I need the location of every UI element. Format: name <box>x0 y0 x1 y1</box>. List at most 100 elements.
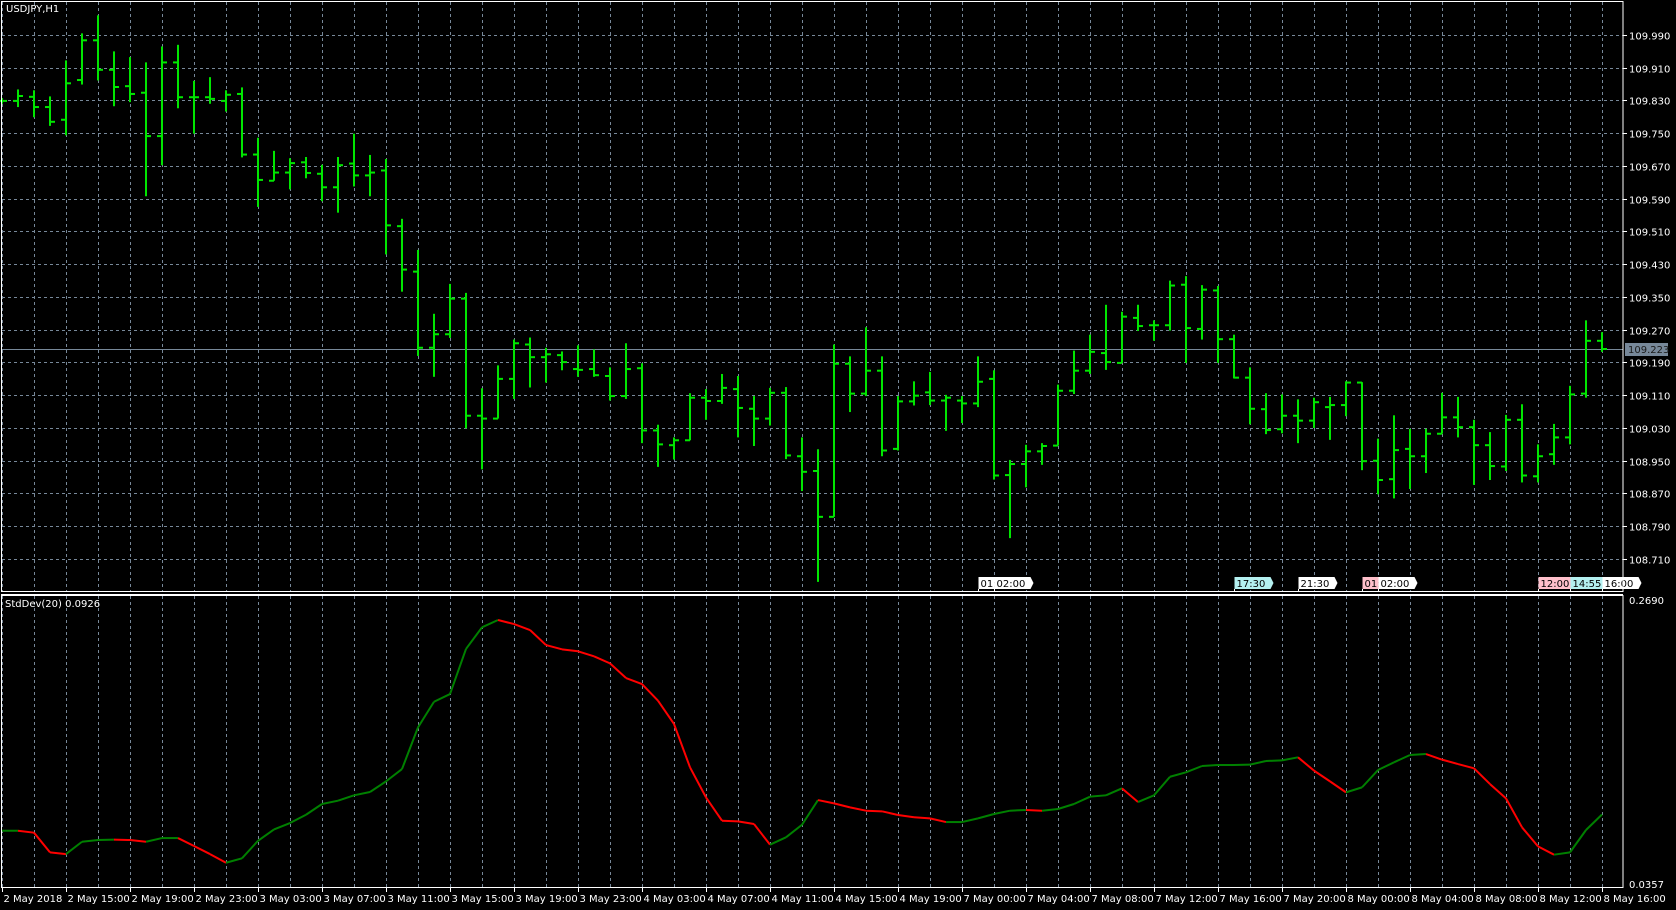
ohlc-bar <box>1197 285 1207 340</box>
ohlc-bar <box>1549 423 1559 465</box>
ohlc-bar <box>1565 385 1575 445</box>
stddev-segment <box>1185 765 1203 774</box>
stddev-segment <box>1009 808 1027 812</box>
stddev-segment <box>1569 829 1587 853</box>
ohlc-bar <box>797 437 807 492</box>
stddev-segment <box>353 791 371 797</box>
time-label: 3 May 11:00 <box>388 894 450 905</box>
stddev-segment <box>993 809 1011 815</box>
ohlc-bar <box>669 437 679 460</box>
time-label: 2 May 19:00 <box>132 894 194 905</box>
ohlc-bar <box>925 371 935 406</box>
stddev-segment <box>721 819 739 823</box>
ohlc-bar <box>189 80 199 134</box>
ohlc-bar <box>1405 428 1415 489</box>
stddev-segment <box>657 700 675 725</box>
stddev-segment <box>1297 756 1315 772</box>
time-axis[interactable]: 2 May 2018 2 May 15:00 2 May 19:00 2 May 23… <box>2 887 1666 905</box>
event-marker[interactable]: 02:00 <box>994 577 1034 591</box>
stddev-segment <box>321 799 339 805</box>
price-label: 108.950 <box>1629 458 1670 469</box>
event-marker[interactable]: 02:00 <box>1378 577 1418 591</box>
price-label: 109.990 <box>1629 32 1670 43</box>
price-label: 109.430 <box>1629 261 1670 272</box>
ohlc-bar <box>1229 334 1239 379</box>
time-label: 8 May 16:00 <box>1604 894 1666 905</box>
stddev-segment <box>1265 759 1283 762</box>
price-axis[interactable]: 109.990 109.910 109.830 109.750 109.670 109.5… <box>1623 32 1670 567</box>
ohlc-bar <box>93 15 103 81</box>
ohlc-bar <box>253 137 263 207</box>
stddev-segment <box>801 799 819 826</box>
ohlc-bar <box>61 60 71 136</box>
event-marker[interactable]: 21:30 <box>1298 577 1338 591</box>
indicator-max-label: 0.2690 <box>1629 596 1664 607</box>
stddev-segment <box>1201 764 1219 767</box>
event-label: 02:00 <box>1381 579 1410 590</box>
event-label: 14:55 <box>1573 579 1602 590</box>
ohlc-bar <box>397 218 407 292</box>
stddev-segment <box>465 626 483 650</box>
ohlc-bar <box>77 33 87 85</box>
price-label: 109.350 <box>1629 294 1670 305</box>
stddev-segment <box>865 809 883 813</box>
stddev-segment <box>929 817 947 824</box>
event-label: 17:30 <box>1237 579 1266 590</box>
ohlc-bar <box>1389 415 1399 499</box>
stddev-segment <box>1489 783 1507 800</box>
event-marker[interactable]: 17:30 <box>1234 577 1274 591</box>
stddev-segment <box>609 662 627 679</box>
ohlc-bar <box>893 396 903 451</box>
stddev-segment <box>1169 771 1187 778</box>
time-label: 4 May 15:00 <box>836 894 898 905</box>
ohlc-bar <box>13 89 23 108</box>
stddev-segment <box>241 840 259 860</box>
stddev-segment <box>129 839 147 843</box>
indicator-min-label: 0.0357 <box>1629 880 1664 891</box>
stddev-segment <box>497 619 515 626</box>
time-label: 2 May 23:00 <box>196 894 258 905</box>
indicator-pane-border <box>1 595 1624 888</box>
stddev-segment <box>625 677 643 685</box>
event-label: 01: <box>981 579 997 590</box>
stddev-segment <box>1345 786 1363 794</box>
grid <box>2 2 1623 887</box>
stddev-segment <box>193 845 211 855</box>
ohlc-bar <box>429 313 439 377</box>
ohlc-bar <box>1085 334 1095 374</box>
ohlc-bar <box>1373 438 1383 495</box>
ohlc-bar <box>557 351 567 371</box>
ohlc-bar <box>1581 320 1591 398</box>
stddev-segment <box>225 857 243 864</box>
stddev-segment <box>401 727 419 770</box>
event-label: 12:00 <box>1541 579 1570 590</box>
stddev-segment <box>513 623 531 631</box>
stddev-segment <box>209 853 227 864</box>
ohlc-bar <box>589 349 599 377</box>
ohlc-bar <box>461 292 471 429</box>
ohlc-bar <box>1533 444 1543 483</box>
ohlc-bar <box>109 51 119 107</box>
price-label: 109.750 <box>1629 130 1670 141</box>
ohlc-bar <box>125 57 135 103</box>
price-label: 108.870 <box>1629 490 1670 501</box>
ohlc-bar <box>333 156 343 213</box>
ohlc-bar <box>637 363 647 444</box>
event-marker[interactable]: 16:00 <box>1602 577 1642 591</box>
ohlc-bar <box>989 370 999 480</box>
stddev-segment <box>1409 753 1427 756</box>
ohlc-bar <box>141 62 151 197</box>
ohlc-bar <box>1485 432 1495 480</box>
price-label: 109.670 <box>1629 163 1670 174</box>
price-label: 109.110 <box>1629 392 1670 403</box>
stddev-segment <box>177 837 195 847</box>
stddev-segment <box>49 851 67 856</box>
ohlc-bar <box>1309 397 1319 428</box>
price-label: 109.510 <box>1629 228 1670 239</box>
ohlc-bar <box>1277 394 1287 434</box>
ohlc-bar <box>221 90 231 112</box>
event-label: 21:30 <box>1301 579 1330 590</box>
stddev-segment <box>1361 769 1379 789</box>
time-label: 2 May 2018 <box>4 894 63 905</box>
stddev-segment <box>1457 763 1475 770</box>
